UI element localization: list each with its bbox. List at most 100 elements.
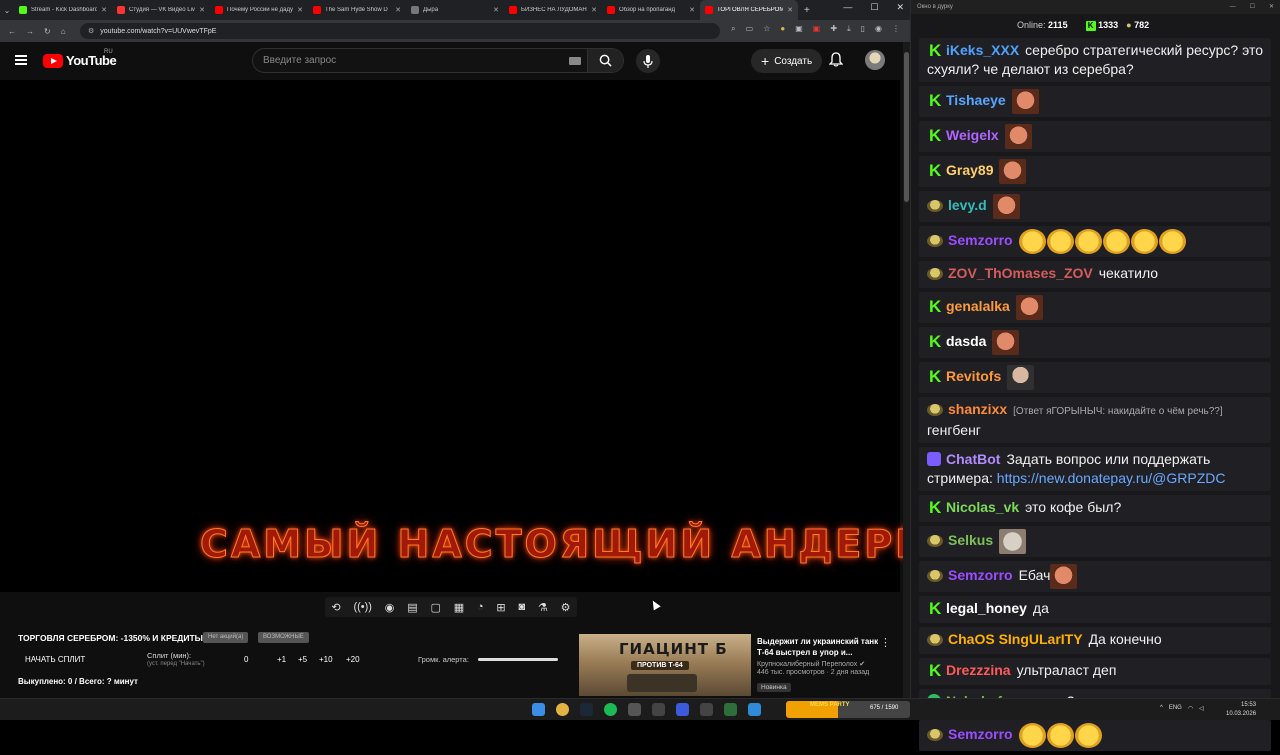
- app-icon-2[interactable]: [700, 703, 713, 716]
- new-tab-button[interactable]: +: [804, 5, 810, 16]
- extension-icon[interactable]: ●: [780, 24, 785, 34]
- chat-username[interactable]: Weigelx: [946, 127, 999, 143]
- download-icon[interactable]: ⤓: [847, 24, 851, 34]
- chat-username[interactable]: shanzixx: [948, 401, 1007, 417]
- tab-search-icon[interactable]: ⌄: [0, 6, 14, 15]
- chat-username[interactable]: levy.d: [948, 197, 987, 213]
- browser-tab[interactable]: Stream - Kick Dashboard ✕: [14, 0, 112, 20]
- extension-icon-3[interactable]: ▣: [813, 24, 821, 34]
- forward-icon[interactable]: →: [26, 27, 34, 36]
- media-player-icon[interactable]: [676, 703, 689, 716]
- split-value-10[interactable]: +10: [319, 655, 333, 664]
- browser-tab[interactable]: Почему России не дадут ✕: [210, 0, 308, 20]
- volume-icon[interactable]: ◁: [1199, 705, 1204, 712]
- status-chip-1[interactable]: Нет акций(а): [203, 632, 249, 643]
- speed-icon[interactable]: ◔: [477, 601, 484, 613]
- broadcast-icon[interactable]: ((•)): [353, 601, 372, 613]
- chat-username[interactable]: ChaOS SIngULarITY: [948, 631, 1083, 647]
- tab-close-icon[interactable]: ✕: [297, 6, 303, 14]
- camera-icon[interactable]: ◙: [518, 601, 525, 613]
- recommended-video[interactable]: ГИАЦИНТ Б ПРОТИВ Т-64 Выдержит ли украин…: [579, 634, 901, 696]
- minimize-icon[interactable]: —: [843, 2, 852, 13]
- bookmark-star-icon[interactable]: ☆: [763, 24, 770, 34]
- back-icon[interactable]: ←: [8, 27, 16, 36]
- chat-username[interactable]: Semzorro: [948, 726, 1013, 742]
- chat-username[interactable]: Semzorro: [948, 232, 1013, 248]
- search-button[interactable]: [587, 49, 623, 72]
- loop-icon[interactable]: ⟲: [331, 601, 340, 614]
- browser-tab[interactable]: Студия — VK Видео Live ✕: [112, 0, 210, 20]
- home-icon[interactable]: ⌂: [61, 27, 66, 36]
- keyboard-icon[interactable]: [569, 57, 581, 65]
- site-info-icon[interactable]: ⚙: [88, 27, 94, 35]
- screen-eye-icon[interactable]: ◉: [385, 601, 395, 614]
- browser-tab[interactable]: The Sam Hyde Show D ✕: [308, 0, 406, 20]
- tray-chevron-icon[interactable]: ^: [1160, 705, 1163, 712]
- chat-username[interactable]: Revitofs: [946, 368, 1001, 384]
- browser-menu-icon[interactable]: ⋮: [892, 24, 900, 34]
- recommended-thumbnail[interactable]: ГИАЦИНТ Б ПРОТИВ Т-64: [579, 634, 751, 696]
- chat-message-list[interactable]: iKeks_XXXсеребро стратегический ресурс? …: [919, 38, 1271, 755]
- steam-icon[interactable]: [580, 703, 593, 716]
- chrome-icon[interactable]: [556, 703, 569, 716]
- chat-username[interactable]: Drezzzina: [946, 662, 1011, 678]
- tab-close-icon[interactable]: ✕: [787, 6, 793, 14]
- url-field[interactable]: ⚙ youtube.com/watch?v=UUVwevTFpE: [80, 23, 720, 39]
- browser-tab[interactable]: Обзор на пропаганд ✕: [602, 0, 700, 20]
- maximize-icon[interactable]: ☐: [870, 2, 878, 13]
- video-player[interactable]: САМЫЙ НАСТОЯЩИЙ АНДЕРГРАУНД: [0, 80, 1087, 592]
- account-avatar[interactable]: [865, 50, 885, 70]
- split-value-5[interactable]: +5: [298, 655, 307, 664]
- app-icon[interactable]: [652, 703, 665, 716]
- chat-username[interactable]: Gray89: [946, 162, 993, 178]
- browser-tab[interactable]: Дыра ✕: [406, 0, 504, 20]
- alert-volume-slider[interactable]: [478, 658, 558, 661]
- tab-close-icon[interactable]: ✕: [395, 6, 401, 14]
- zoom-icon[interactable]: ⌕: [731, 24, 735, 34]
- chat-maximize-icon[interactable]: ☐: [1250, 0, 1255, 14]
- chat-minimize-icon[interactable]: —: [1230, 0, 1236, 14]
- start-split-button[interactable]: НАЧАТЬ СПЛИТ: [25, 655, 85, 664]
- page-scrollbar[interactable]: [903, 42, 910, 698]
- browser-tab[interactable]: БИЗНЕС НА ЛУДОМАНИ ✕: [504, 0, 602, 20]
- more-options-icon[interactable]: ⋮: [880, 636, 891, 649]
- cast-icon[interactable]: ▭: [746, 24, 754, 34]
- split-value-0[interactable]: 0: [244, 655, 248, 664]
- status-chip-2[interactable]: ВОЗМОЖНЫЕ: [258, 632, 309, 643]
- chat-username[interactable]: Tishaeye: [946, 92, 1006, 108]
- game-widget[interactable]: MEMS PARTY 675 / 1590: [786, 701, 910, 718]
- add-screen-icon[interactable]: ⊞: [496, 601, 505, 614]
- chat-username[interactable]: Semzorro: [948, 567, 1013, 583]
- chat-username[interactable]: Selkus: [948, 532, 993, 548]
- chat-username[interactable]: ZOV_ThOmases_ZOV: [948, 265, 1093, 281]
- guide-menu-icon[interactable]: [15, 55, 27, 65]
- search-input[interactable]: [253, 49, 583, 72]
- spotify-icon[interactable]: [604, 703, 617, 716]
- tab-close-icon[interactable]: ✕: [689, 6, 695, 14]
- tab-close-icon[interactable]: ✕: [101, 6, 107, 14]
- recommended-title[interactable]: Выдержит ли украинский танк Т-64 выстрел…: [757, 636, 887, 658]
- donate-link[interactable]: https://new.donatepay.ru/@GRPZDC: [997, 470, 1226, 486]
- chat-close-icon[interactable]: ✕: [1269, 0, 1274, 14]
- telegram-icon[interactable]: [748, 703, 761, 716]
- gear-icon[interactable]: ⚙: [561, 601, 571, 614]
- reload-icon[interactable]: ↻: [44, 27, 51, 36]
- split-value-1[interactable]: +1: [277, 655, 286, 664]
- chat-username[interactable]: legal_honey: [946, 600, 1027, 616]
- split-view-icon[interactable]: ▯: [861, 24, 865, 34]
- clapper-icon[interactable]: ▤: [407, 601, 417, 614]
- extension-icon-2[interactable]: ▣: [795, 24, 803, 34]
- profile-avatar-icon[interactable]: ◉: [875, 24, 882, 34]
- tab-close-icon[interactable]: ✕: [591, 6, 597, 14]
- clock[interactable]: 15:53 10.03.2026: [1226, 701, 1256, 719]
- tab-close-icon[interactable]: ✕: [493, 6, 499, 14]
- chat-username[interactable]: dasda: [946, 333, 986, 349]
- create-button[interactable]: + Создать: [751, 49, 823, 73]
- chat-username[interactable]: ChatBot: [946, 451, 1000, 467]
- scrollbar-thumb[interactable]: [904, 52, 909, 202]
- language-indicator[interactable]: ENG: [1169, 705, 1182, 712]
- youtube-logo[interactable]: YouTube RU: [43, 49, 117, 68]
- split-value-20[interactable]: +20: [346, 655, 360, 664]
- windows-start-icon[interactable]: [532, 703, 545, 716]
- chat-username[interactable]: Nicolas_vk: [946, 499, 1019, 515]
